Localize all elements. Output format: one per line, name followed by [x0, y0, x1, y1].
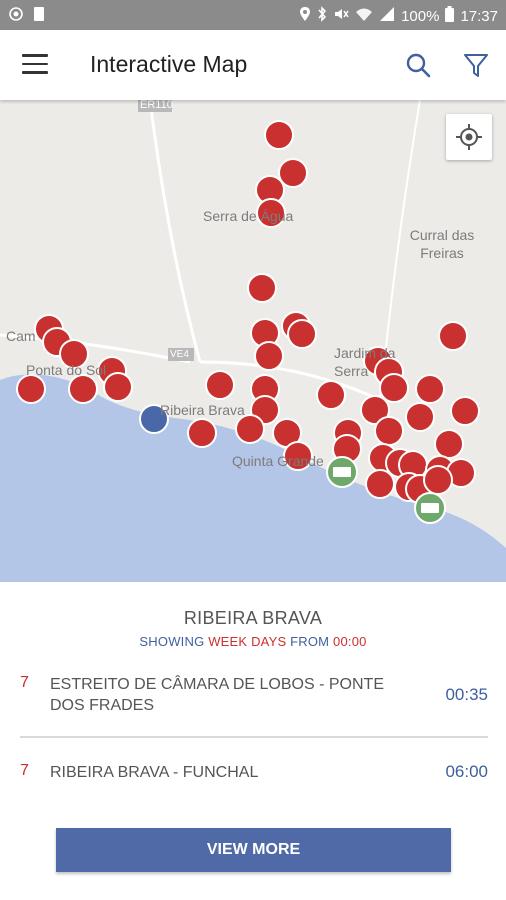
- bus-stop-marker[interactable]: [235, 414, 265, 444]
- bus-stop-marker[interactable]: [374, 416, 404, 446]
- stop-name: RIBEIRA BRAVA: [183, 608, 323, 628]
- map-label-ponta: Ponta do Sol: [26, 362, 107, 378]
- route-number: 7: [20, 674, 29, 691]
- page-title: Interactive Map: [90, 51, 248, 77]
- bus-stop-marker[interactable]: [423, 465, 453, 495]
- map-label-ribeira: Ribeira Brava: [160, 402, 245, 418]
- bus-stop-marker[interactable]: [287, 319, 317, 349]
- map-label-campanario: Cam: [6, 328, 36, 344]
- stop-details-panel: RIBEIRA BRAVA SHOWING WEEK DAYS FROM 00:…: [0, 582, 506, 900]
- menu-icon[interactable]: [22, 54, 48, 76]
- route-row[interactable]: 7 RIBEIRA BRAVA - FUNCHAL 06:00: [20, 762, 488, 786]
- route-time: 00:35: [445, 685, 488, 704]
- bus-stop-marker[interactable]: [450, 396, 480, 426]
- battery-level: 100%: [401, 7, 440, 25]
- from-time: 00:00: [333, 634, 367, 649]
- location-icon: [299, 6, 311, 26]
- bus-stop-marker[interactable]: [187, 418, 217, 448]
- sd-card-icon: [32, 6, 46, 26]
- bus-stop-marker[interactable]: [254, 341, 284, 371]
- mute-icon: [333, 6, 349, 26]
- bus-stop-marker[interactable]: [16, 374, 46, 404]
- from-label: FROM: [290, 634, 330, 649]
- bus-icon: [333, 467, 351, 477]
- view-more-button[interactable]: VIEW MORE: [56, 828, 451, 872]
- bus-stop-marker[interactable]: [438, 321, 468, 351]
- bus-stop-marker[interactable]: [405, 402, 435, 432]
- bus-stop-marker[interactable]: [103, 372, 133, 402]
- bus-stop-marker[interactable]: [415, 374, 445, 404]
- bus-icon: [421, 503, 439, 513]
- map-label-ve4: VE4: [170, 349, 189, 360]
- bus-stop-marker[interactable]: [434, 429, 464, 459]
- wifi-icon: [355, 6, 373, 26]
- bus-stop-marker[interactable]: [278, 158, 308, 188]
- showing-label: SHOWING: [139, 634, 205, 649]
- divider: [20, 736, 488, 738]
- search-icon[interactable]: [404, 51, 432, 79]
- route-row[interactable]: 7 ESTREITO DE CÂMARA DE LOBOS - PONTE DO…: [20, 674, 488, 720]
- route-description: ESTREITO DE CÂMARA DE LOBOS - PONTE DOS …: [50, 676, 384, 714]
- bus-stop-marker[interactable]: [205, 370, 235, 400]
- map-label-curral: Curral das Freiras: [409, 227, 475, 261]
- battery-icon: [445, 6, 455, 26]
- bluetooth-icon: [317, 6, 327, 26]
- route-number: 7: [20, 762, 29, 779]
- crosshair-icon: [456, 124, 482, 150]
- bus-stop-marker[interactable]: [68, 374, 98, 404]
- app-bar: Interactive Map: [0, 30, 506, 100]
- bus-stop-marker[interactable]: [316, 380, 346, 410]
- sync-icon: [8, 6, 24, 26]
- status-bar: 100% 17:37: [0, 0, 506, 30]
- bus-stop-marker[interactable]: [247, 273, 277, 303]
- map-view[interactable]: ER110 Serra de Água Curral das Freiras C…: [0, 100, 506, 582]
- clock: 17:37: [460, 7, 498, 25]
- route-description: RIBEIRA BRAVA - FUNCHAL: [50, 764, 259, 781]
- bus-stop-marker[interactable]: [264, 120, 294, 150]
- map-label-jardim: Jardim da Serra: [334, 345, 396, 379]
- route-time: 06:00: [445, 762, 488, 781]
- map-canvas: [0, 100, 506, 582]
- my-location-button[interactable]: [446, 114, 492, 160]
- schedule-filter-text: SHOWING WEEK DAYS FROM 00:00: [0, 634, 506, 649]
- map-label-quinta: Quinta Grande: [232, 453, 324, 469]
- map-label-serra: Serra de Água: [203, 208, 294, 224]
- filter-icon[interactable]: [462, 51, 490, 79]
- bus-stop-marker[interactable]: [365, 469, 395, 499]
- signal-icon: [379, 6, 395, 26]
- days-label: WEEK DAYS: [208, 634, 287, 649]
- map-label-er110: ER110: [140, 100, 173, 111]
